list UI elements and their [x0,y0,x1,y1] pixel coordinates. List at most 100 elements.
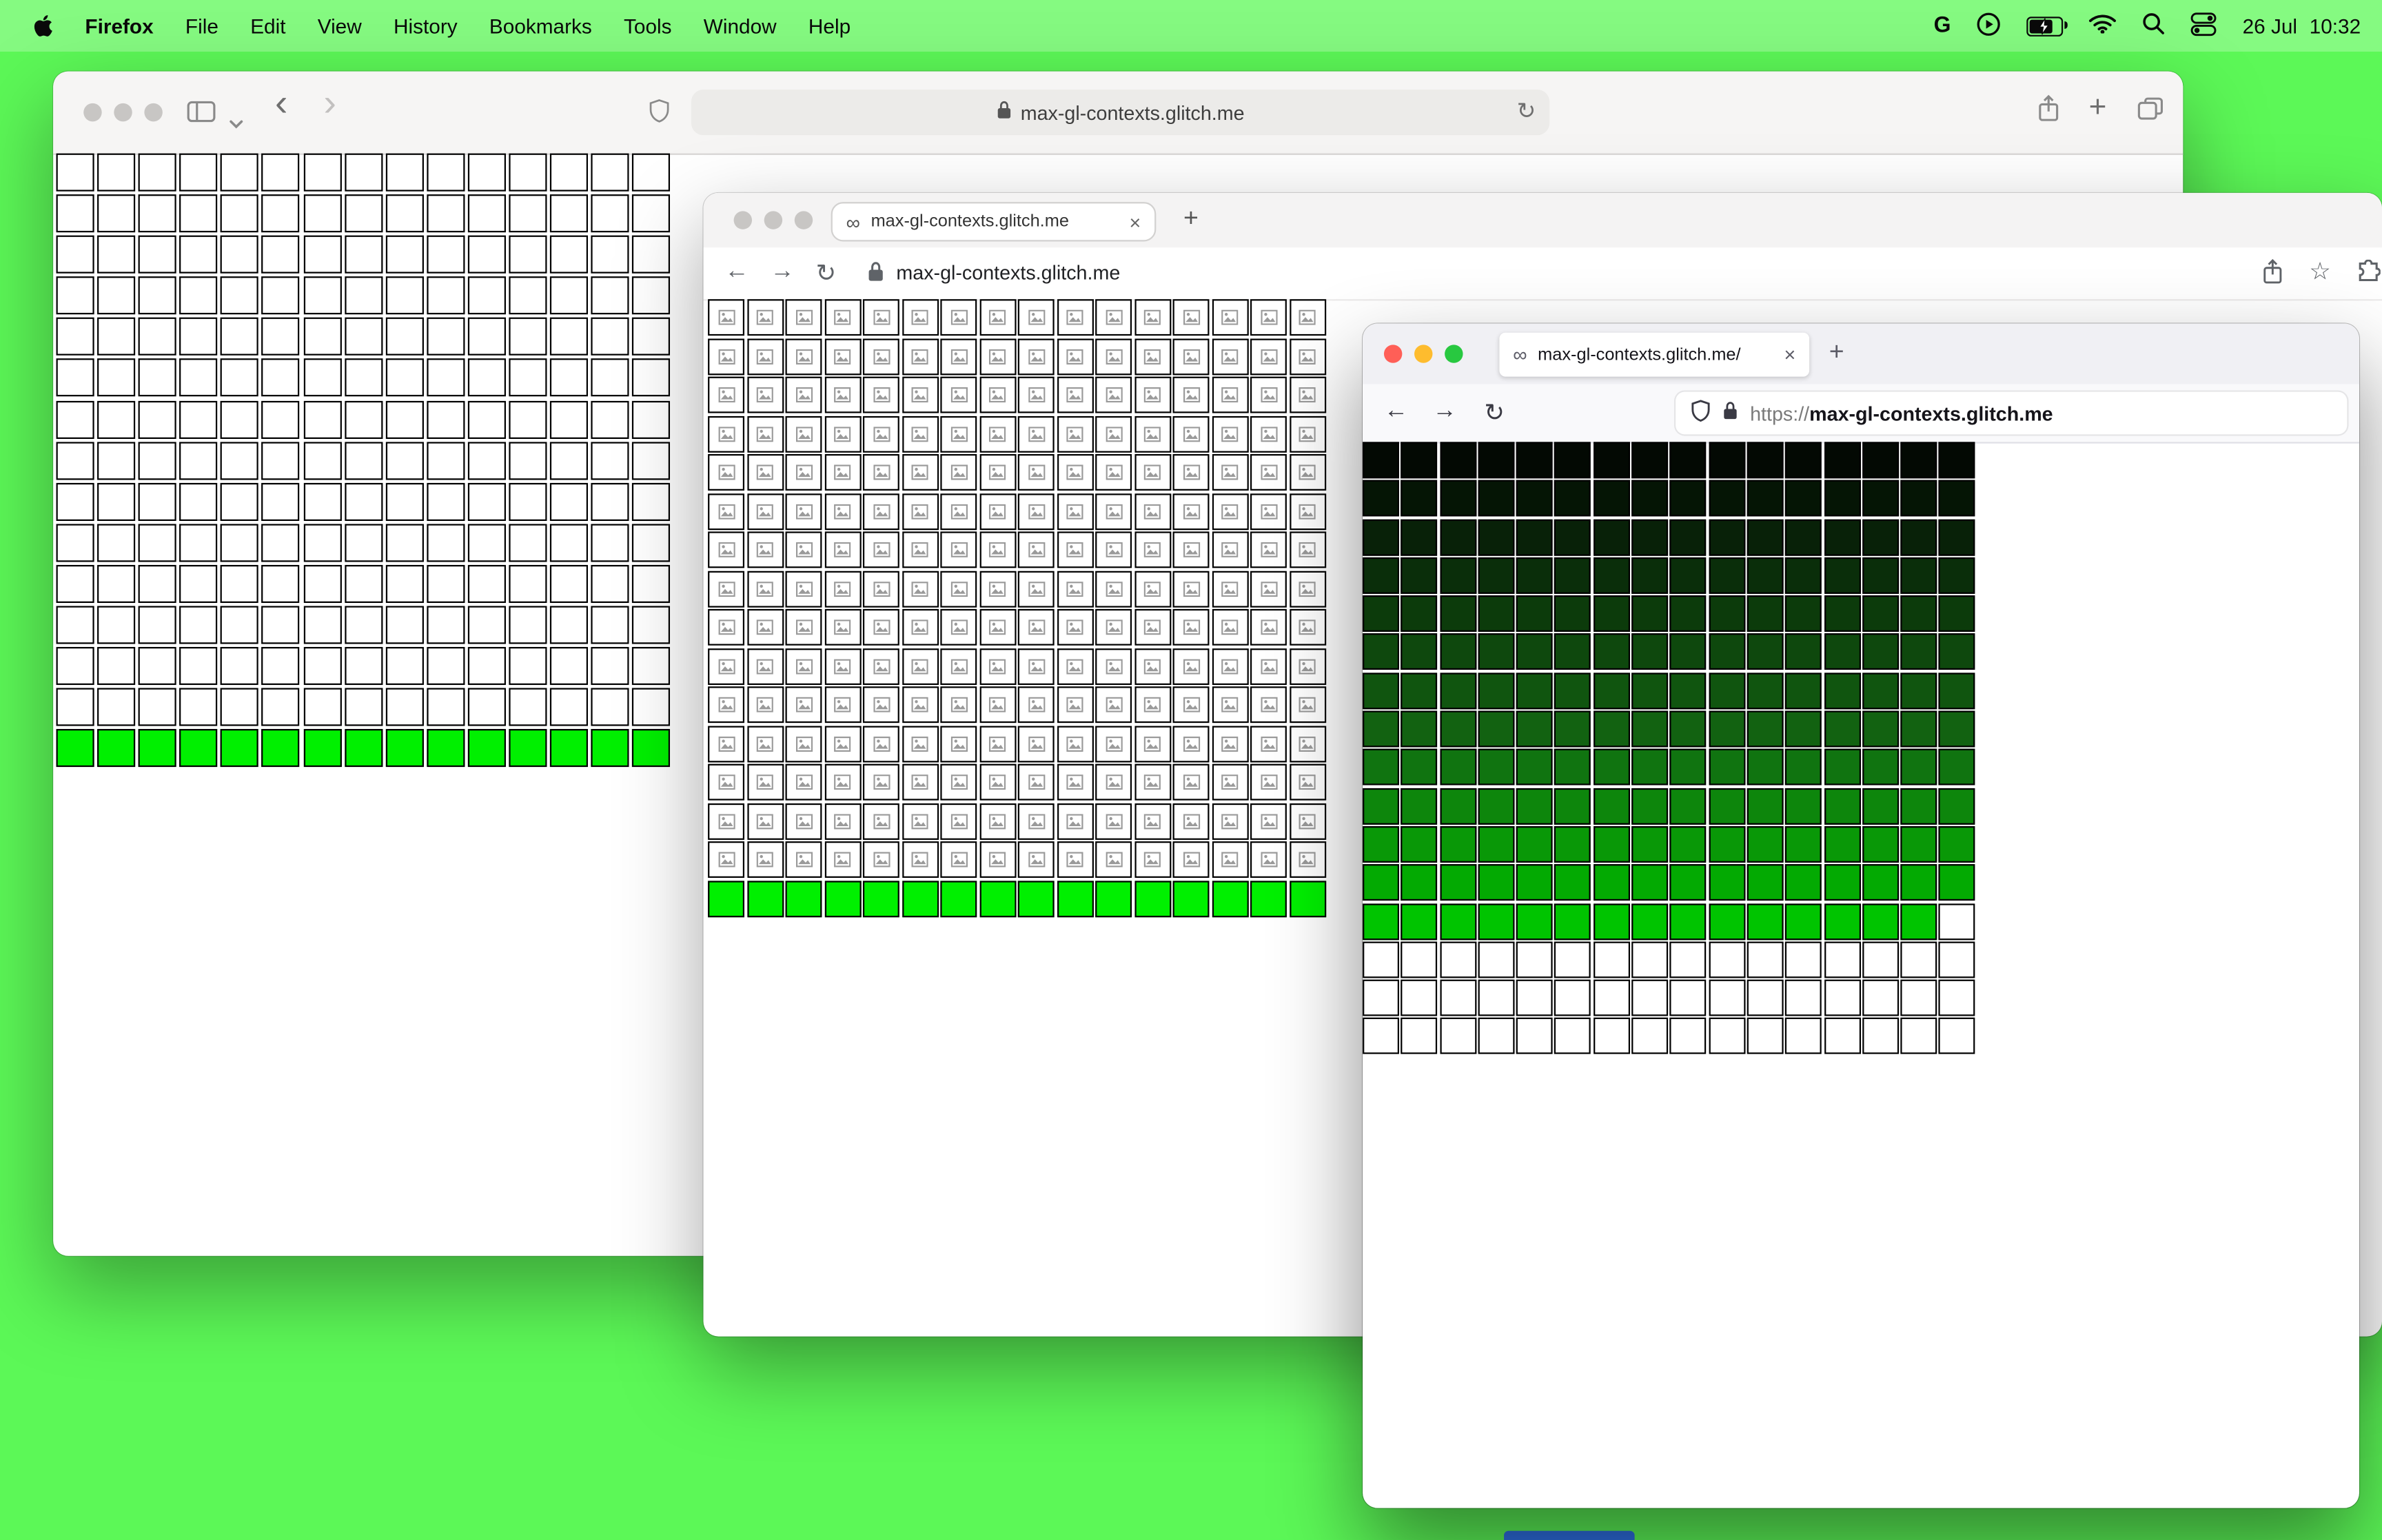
broken-image-icon [873,387,890,403]
webgl-canvas-cell [824,454,861,491]
webgl-canvas-cell [179,524,218,562]
broken-image-icon [717,581,735,597]
webgl-canvas-cell [1439,442,1476,479]
firefox-url-field[interactable]: https:// max-gl-contexts.glitch.me [1676,391,2348,435]
battery-icon[interactable] [2026,16,2068,36]
webgl-canvas-cell [1095,880,1132,917]
webgl-canvas-cell [221,400,259,439]
reload-button[interactable]: ↻ [816,258,837,289]
menubar-item-edit[interactable]: Edit [250,14,285,37]
menubar-item-view[interactable]: View [318,14,362,37]
webgl-canvas-cell [902,802,939,839]
extensions-puzzle-icon[interactable] [2356,259,2381,291]
webgl-canvas-cell [1900,672,1937,709]
webgl-canvas-cell [427,729,465,768]
back-button[interactable]: ‹ [275,84,287,123]
zoom-window-button[interactable] [144,103,163,122]
new-tab-button[interactable]: + [1829,337,1844,367]
webgl-canvas-cell [1289,686,1326,723]
forward-button[interactable]: → [770,258,794,286]
broken-image-icon [950,581,967,597]
webgl-canvas-cell [97,441,136,480]
close-window-button[interactable] [1383,345,1403,363]
control-center-icon[interactable] [2191,12,2217,41]
new-tab-button[interactable]: + [1183,203,1199,234]
webgl-canvas-cell [1056,376,1093,413]
webgl-canvas-cell [1134,686,1171,723]
minimize-window-button[interactable] [764,211,783,229]
close-tab-icon[interactable]: × [1784,345,1796,365]
chevron-down-icon[interactable] [230,110,243,137]
webgl-canvas-cell [1401,480,1438,517]
webgl-canvas-cell [708,338,745,375]
share-icon[interactable] [2262,258,2283,294]
zoom-window-button[interactable] [1445,345,1463,363]
webgl-canvas-cell [1939,979,1976,1016]
menubar-app-name[interactable]: Firefox [85,14,153,37]
menubar-item-help[interactable]: Help [808,14,851,37]
forward-button[interactable]: › [323,84,336,123]
play-icon[interactable] [1977,12,2001,41]
webgl-canvas-cell [179,153,218,192]
reload-button[interactable]: ↻ [1484,398,1505,428]
webgl-canvas-cell [1670,903,1707,940]
webgl-canvas-cell [1134,493,1171,530]
back-button[interactable]: ← [724,258,749,286]
broken-image-icon [1260,735,1277,751]
menubar-item-history[interactable]: History [394,14,458,37]
webgl-canvas-cell [1516,864,1554,901]
lock-icon[interactable] [1722,401,1738,425]
forward-button[interactable]: → [1432,398,1456,425]
broken-image-icon [1028,852,1045,867]
reload-icon[interactable]: ↻ [1517,97,1536,124]
close-tab-icon[interactable]: × [1130,212,1141,232]
menubar-item-bookmarks[interactable]: Bookmarks [489,14,592,37]
webgl-canvas-cell [708,763,745,801]
webgl-canvas-cell [979,686,1016,723]
sidebar-toggle-icon[interactable] [187,100,216,130]
safari-url-field[interactable]: max-gl-contexts.glitch.me ↻ [691,90,1550,136]
broken-image-icon [1299,735,1316,751]
close-window-button[interactable] [733,211,753,229]
webgl-canvas-cell [746,570,784,607]
g-app-icon[interactable]: G [1934,14,1951,38]
webgl-canvas-cell [1554,442,1591,479]
bookmark-star-icon[interactable]: ☆ [2309,256,2331,287]
chrome-active-tab[interactable]: ∞ max-gl-contexts.glitch.me × [831,202,1157,242]
dock-peek[interactable] [1504,1530,1635,1540]
menubar-item-file[interactable]: File [185,14,218,37]
wifi-icon[interactable] [2089,14,2117,38]
minimize-window-button[interactable] [114,103,132,122]
broken-image-icon [1143,813,1161,829]
privacy-shield-icon[interactable] [649,99,670,130]
webgl-canvas-cell [1289,493,1326,530]
minimize-window-button[interactable] [1414,345,1433,363]
webgl-canvas-cell [138,318,177,356]
new-tab-button[interactable]: + [2089,91,2107,126]
menubar-item-tools[interactable]: Tools [624,14,671,37]
close-window-button[interactable] [83,103,102,122]
share-icon[interactable] [2037,94,2060,131]
webgl-canvas-cell [1056,608,1093,646]
lock-icon [996,100,1011,124]
webgl-canvas-cell [1708,941,1745,978]
chrome-url-text[interactable]: max-gl-contexts.glitch.me [896,261,1120,284]
firefox-active-tab[interactable]: ∞ max-gl-contexts.glitch.me/ × [1499,332,1810,377]
webgl-canvas-cell [708,415,745,452]
apple-menu-icon[interactable] [33,14,53,38]
webgl-canvas-cell [385,524,424,562]
broken-image-icon [1028,309,1045,325]
webgl-canvas-cell [1211,608,1248,646]
menubar-clock[interactable]: 26 Jul 10:32 [2243,14,2361,37]
zoom-window-button[interactable] [794,211,813,229]
webgl-canvas-cell [179,359,218,398]
menubar-item-window[interactable]: Window [704,14,777,37]
broken-image-icon [1028,813,1045,829]
webgl-canvas-cell [979,608,1016,646]
tab-overview-icon[interactable] [2137,97,2163,127]
webgl-canvas-cell [1250,454,1287,491]
tracking-shield-icon[interactable] [1691,400,1711,427]
back-button[interactable]: ← [1384,398,1408,425]
webgl-canvas-cell [708,570,745,607]
spotlight-search-icon[interactable] [2142,12,2165,40]
